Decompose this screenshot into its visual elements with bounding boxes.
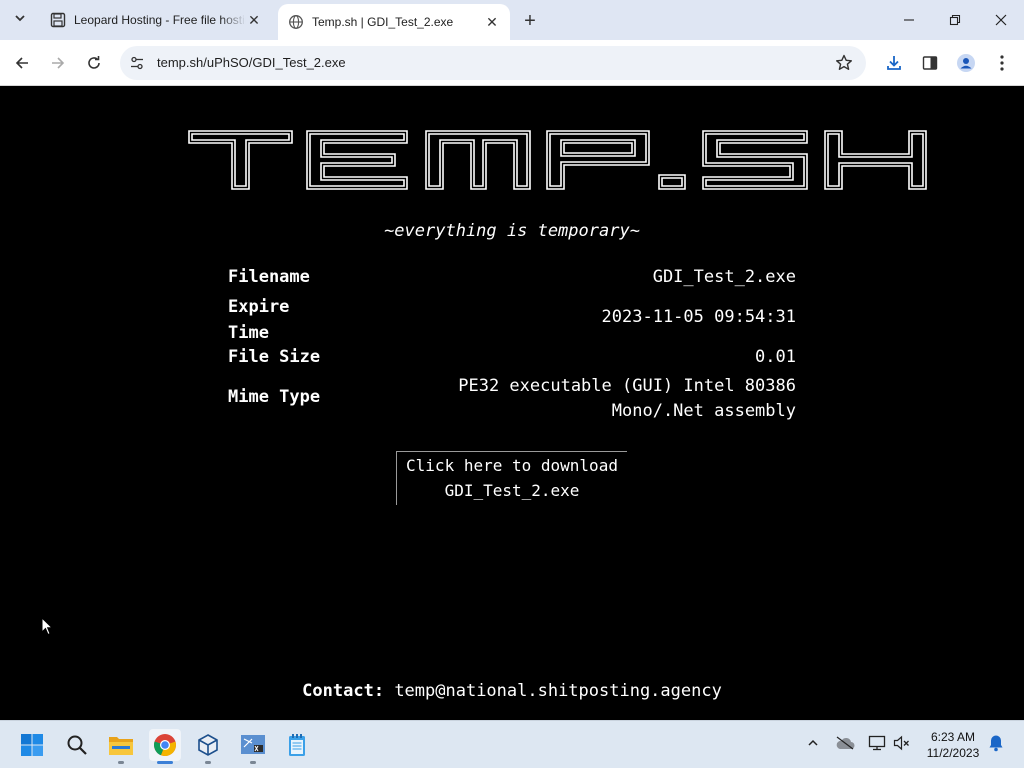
chevron-down-icon [14, 11, 26, 29]
floppy-disk-icon [50, 12, 66, 28]
download-filename: GDI_Test_2.exe [444, 481, 580, 500]
tab-leopard-hosting[interactable]: Leopard Hosting - Free file hosting ✕ [40, 6, 272, 34]
tagline: ~everything is temporary~ [384, 221, 640, 241]
system-clock[interactable]: 6:23 AM 11/2/2023 [920, 729, 986, 761]
expire-time-label: Expire Time [228, 297, 290, 343]
expire-time-value: 2023-11-05 09:54:31 [601, 307, 796, 327]
reload-button[interactable] [82, 51, 106, 75]
new-tab-button[interactable]: + [518, 9, 542, 33]
page-content: ~everything is temporary~ Filename GDI_T… [0, 87, 1024, 720]
address-bar[interactable]: temp.sh/uPhSO/GDI_Test_2.exe [120, 46, 866, 80]
running-indicator [205, 761, 211, 764]
download-line-1: Click here to download [406, 456, 618, 475]
notepad-icon[interactable] [281, 729, 313, 761]
mouse-cursor-icon [41, 616, 54, 640]
notification-bell-icon[interactable] [986, 733, 1006, 753]
close-icon[interactable]: ✕ [484, 14, 500, 30]
mime-type-label: Mime Type [228, 387, 321, 407]
network-icon[interactable] [867, 733, 887, 753]
download-button[interactable]: Click here to download GDI_Test_2.exe [396, 451, 627, 505]
contact-label: Contact: [302, 681, 385, 701]
back-button[interactable] [10, 51, 34, 75]
start-icon[interactable] [16, 729, 48, 761]
globe-icon [288, 14, 304, 30]
side-panel-icon[interactable] [918, 51, 942, 75]
close-icon[interactable]: ✕ [246, 12, 262, 28]
clock-time: 6:23 AM [930, 730, 976, 744]
volume-muted-icon[interactable] [892, 733, 912, 753]
mime-type-value: PE32 executable (GUI) Intel 80386 Mono/.N… [458, 376, 796, 421]
url-text[interactable]: temp.sh/uPhSO/GDI_Test_2.exe [157, 55, 346, 70]
close-window-button[interactable] [989, 8, 1013, 32]
browser-toolbar: temp.sh/uPhSO/GDI_Test_2.exe [0, 40, 1024, 86]
temp-sh-logo [187, 129, 929, 195]
download-icon[interactable] [882, 51, 906, 75]
windows-xp-vm-icon[interactable] [237, 729, 269, 764]
search-icon[interactable] [61, 729, 93, 761]
tab-title: Temp.sh | GDI_Test_2.exe [312, 15, 454, 29]
contact-email[interactable]: temp@national.shitposting.agency [394, 681, 722, 701]
chevron-up-icon[interactable] [803, 733, 823, 753]
restore-button[interactable] [943, 8, 967, 32]
minimize-button[interactable] [897, 8, 921, 32]
chrome-icon[interactable] [149, 729, 181, 764]
filename-label: Filename [228, 267, 310, 287]
tab-bar: Leopard Hosting - Free file hosting ✕ Te… [0, 0, 1024, 40]
bookmark-star-icon[interactable] [834, 53, 854, 73]
profile-avatar-icon[interactable] [954, 51, 978, 75]
clock-date: 11/2/2023 [926, 746, 980, 760]
virtualbox-icon[interactable] [192, 729, 224, 764]
contact-line: Contact: temp@national.shitposting.agenc… [0, 681, 1024, 701]
filename-value: GDI_Test_2.exe [652, 267, 796, 287]
tab-temp-sh[interactable]: Temp.sh | GDI_Test_2.exe ✕ [278, 4, 510, 40]
file-explorer-icon[interactable] [105, 729, 137, 764]
file-size-label: File Size [228, 347, 321, 367]
more-menu-icon[interactable] [990, 51, 1014, 75]
running-indicator [250, 761, 256, 764]
forward-button[interactable] [46, 51, 70, 75]
file-size-value: 0.01 [755, 347, 796, 367]
onedrive-icon[interactable] [835, 733, 855, 753]
tab-title: Leopard Hosting - Free file hosting [74, 13, 246, 27]
running-indicator [118, 761, 124, 764]
windows-taskbar: 6:23 AM 11/2/2023 [0, 720, 1024, 768]
running-indicator [157, 761, 173, 764]
site-info-icon[interactable] [128, 54, 146, 72]
tab-search-button[interactable] [8, 8, 32, 32]
